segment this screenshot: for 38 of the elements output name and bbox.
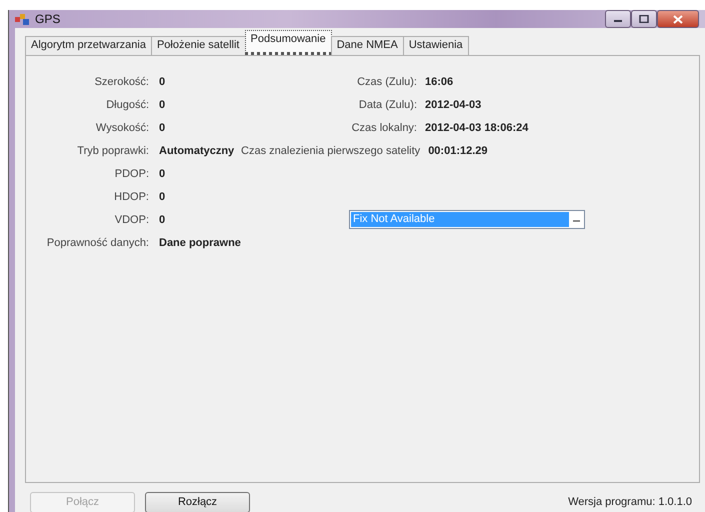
field-value: 2012-04-03 18:06:24	[425, 122, 528, 134]
tab[interactable]: Położenie satellit	[150, 36, 246, 55]
version-text: Wersja programu: 1.0.1.0	[568, 496, 692, 508]
field-value: 00:01:12.29	[428, 144, 488, 156]
field-value: 0	[159, 76, 166, 88]
tab[interactable]: Dane NMEA	[330, 36, 404, 55]
field-value: 0	[159, 190, 166, 202]
field-value: 0	[159, 168, 166, 180]
field-label: Data (Zulu):	[358, 98, 417, 110]
minimize-button[interactable]	[605, 10, 631, 28]
window-title: GPS	[35, 12, 60, 26]
field-value: 16:06	[425, 76, 454, 88]
field-value: Automatyczny	[159, 144, 234, 156]
close-button[interactable]	[657, 10, 699, 28]
field-label: Szerokość:	[94, 76, 149, 88]
maximize-icon	[639, 15, 649, 23]
field-label: Długość:	[105, 98, 149, 110]
field-value: 0	[159, 98, 166, 110]
field-label: Czas lokalny:	[350, 122, 417, 134]
app-icon	[15, 13, 29, 25]
tab[interactable]: Podsumowanie	[244, 30, 332, 55]
maximize-button[interactable]	[631, 10, 657, 28]
field-value: 0	[159, 214, 166, 226]
field-label: Czas znalezienia pierwszego satelity	[240, 144, 420, 156]
field-label: Czas (Zulu):	[356, 76, 417, 88]
field-value: Dane poprawne	[159, 236, 241, 248]
field-label: Tryb poprawki:	[76, 144, 149, 156]
disconnect-button[interactable]: Rozłącz	[145, 492, 250, 512]
close-icon	[673, 14, 683, 24]
field-label: Wysokość:	[94, 122, 149, 134]
tab[interactable]: Ustawienia	[402, 36, 469, 55]
field-value: 0	[159, 122, 166, 134]
field-label: Poprawność danych:	[46, 236, 149, 248]
tab[interactable]: Algorytm przetwarzania	[25, 36, 152, 55]
field-value: 2012-04-03	[425, 98, 482, 110]
field-label: PDOP:	[114, 168, 149, 180]
field-label: VDOP:	[114, 214, 149, 226]
field-label: HDOP:	[113, 190, 149, 202]
